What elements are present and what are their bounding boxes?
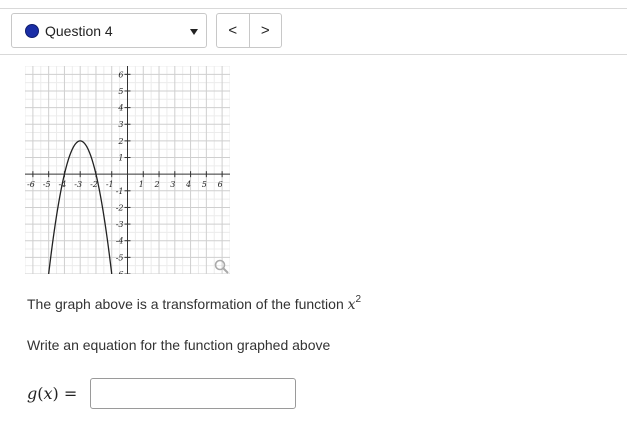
top-divider [0, 8, 627, 9]
previous-question-button[interactable]: < [217, 14, 249, 47]
x-tick-label: -6 [27, 180, 35, 189]
function-graph[interactable]: -6-5-4-3-2-1123456654321-1-2-3-4-5-6 [25, 66, 230, 274]
x-tick-label: 1 [139, 180, 144, 189]
next-question-button[interactable]: > [248, 14, 282, 47]
statement-variable: x [347, 297, 356, 313]
y-tick-label: -6 [116, 270, 124, 274]
y-tick-label: -4 [116, 237, 124, 246]
question-nav: < > [216, 13, 282, 48]
equation-function-name: g [27, 384, 38, 403]
x-tick-label: -5 [43, 180, 51, 189]
answer-input[interactable] [90, 378, 296, 409]
x-tick-label: -3 [74, 180, 82, 189]
statement-exponent: 2 [355, 294, 362, 305]
equation-variable: x [43, 384, 53, 403]
x-tick-label: 6 [218, 180, 223, 189]
question-select-label: Question 4 [45, 22, 113, 39]
y-tick-label: -1 [116, 187, 124, 196]
x-tick-label: 4 [185, 180, 191, 189]
page: Question 4 < > -6 -5 -4 -3 -2 -1 1 2 3 4 5 6 6 5 4 3 2 1-… [0, 0, 627, 425]
x-tick-label: 3 [170, 180, 175, 189]
equation-label: g(x) = [27, 384, 77, 403]
y-tick-label: 6 [118, 70, 123, 79]
y-tick-label: 2 [117, 137, 123, 146]
instruction-text: Write an equation for the function graph… [27, 337, 331, 353]
y-tick-label: -5 [116, 253, 124, 262]
x-tick-label: 5 [202, 180, 207, 189]
question-status-dot-icon [25, 23, 39, 38]
x-tick-label: 2 [153, 180, 159, 189]
statement-text: The graph above is a transformation of t… [27, 296, 348, 312]
y-tick-label: -2 [116, 203, 124, 212]
y-tick-label: 3 [118, 120, 123, 129]
caret-down-icon [190, 29, 198, 35]
question-select[interactable]: Question 4 [11, 13, 207, 48]
y-tick-label: 5 [118, 87, 123, 96]
equation-equals: = [58, 384, 78, 403]
problem-statement: The graph above is a transformation of t… [27, 294, 361, 313]
y-tick-label: -3 [116, 220, 124, 229]
y-tick-label: 4 [117, 104, 123, 113]
x-tick-label: -1 [106, 180, 114, 189]
x-tick-label: -2 [90, 180, 98, 189]
y-tick-label: 1 [118, 154, 123, 163]
header-divider [0, 54, 627, 55]
